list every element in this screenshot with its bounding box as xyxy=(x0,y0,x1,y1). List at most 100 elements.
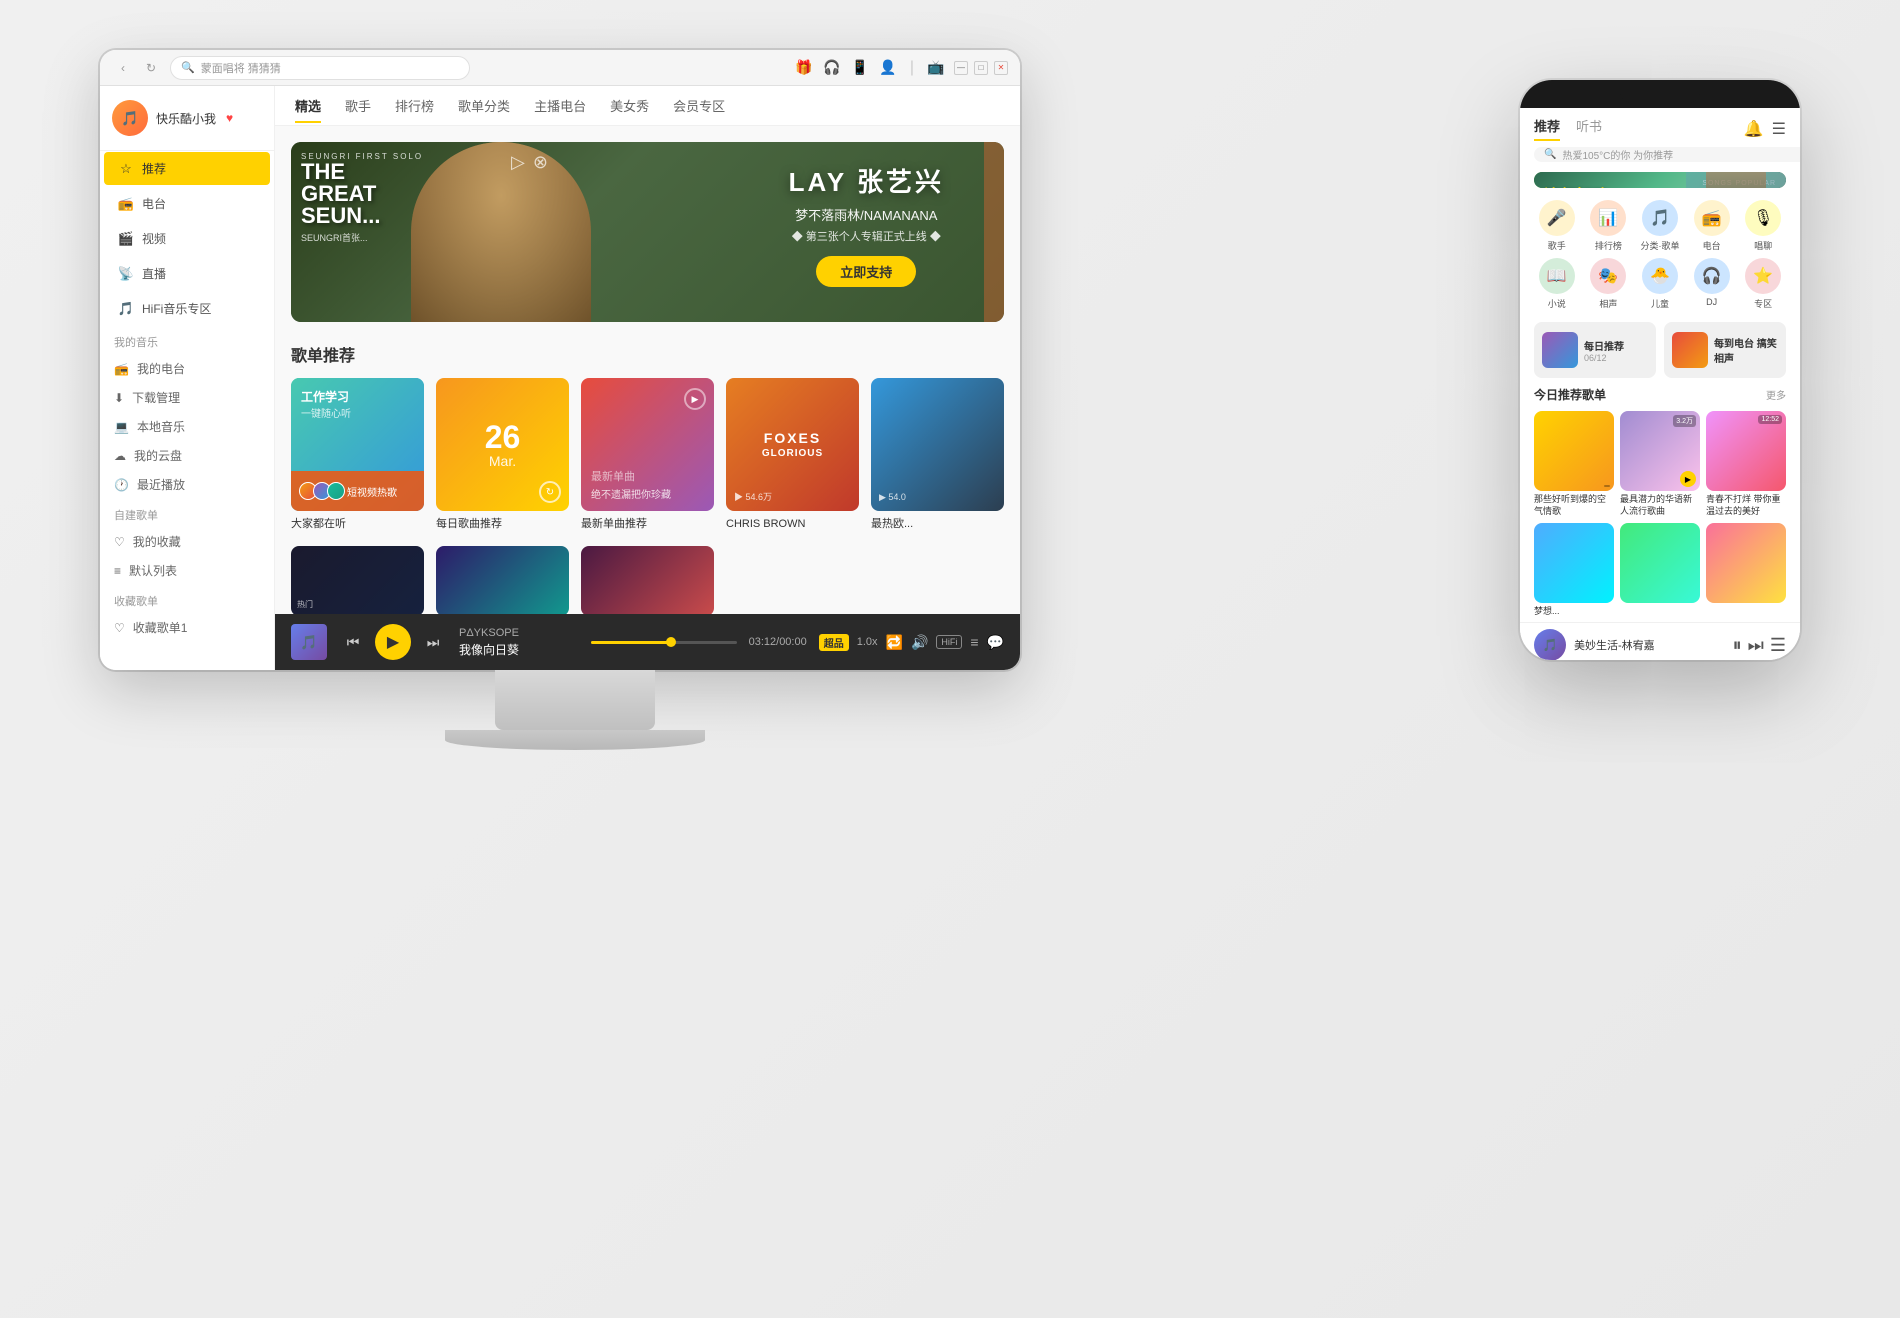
phone-icon-novel[interactable]: 📖 小说 xyxy=(1534,258,1580,310)
daily-card-1[interactable]: 每日推荐 06/12 xyxy=(1534,322,1656,378)
phone-icon-dj[interactable]: 🎧 DJ xyxy=(1689,258,1735,310)
phone-icon-chart[interactable]: 📊 排行榜 xyxy=(1586,200,1632,252)
playlist-card-2[interactable]: 26 Mar. ↻ 每日歌曲推荐 xyxy=(436,378,569,532)
sing-icon-circle: 🎙 xyxy=(1745,200,1781,236)
phone-cover-bg-1 xyxy=(1534,411,1614,491)
phone-playlist-item-6[interactable] xyxy=(1706,523,1786,618)
phone-icon-fm[interactable]: 📻 电台 xyxy=(1689,200,1735,252)
refresh-button[interactable]: ↻ xyxy=(140,57,162,79)
progress-bar[interactable] xyxy=(591,641,737,644)
sidebar-item-recommend[interactable]: ☆ 推荐 xyxy=(104,152,270,185)
mini-pause-icon[interactable]: ⏸ xyxy=(1733,635,1742,656)
back-button[interactable]: ‹ xyxy=(112,57,134,79)
phone-playlist-name-3: 青春不打烊 带你重温过去的美好 xyxy=(1706,494,1786,517)
tv-icon[interactable]: 📺 xyxy=(926,58,946,78)
local-icon: 💻 xyxy=(114,420,129,434)
daily-title-1: 每日推荐 xyxy=(1584,338,1648,353)
next-button[interactable]: ⏭ xyxy=(419,628,447,656)
bottom-bar-label: 短视频热歌 xyxy=(347,484,397,499)
sing-icon-label: 唱聊 xyxy=(1754,239,1772,252)
phone-playlist-item-3[interactable]: 12:52 青春不打烊 带你重温过去的美好 xyxy=(1706,411,1786,517)
cover-bg-2: 26 Mar. ↻ xyxy=(436,378,569,511)
headphone-icon[interactable]: 🎧 xyxy=(822,58,842,78)
playlist-card-5[interactable]: ▶ 54.0 最热欧... xyxy=(871,378,1004,532)
repeat-icon[interactable]: 🔁 xyxy=(886,634,903,651)
sidebar-item-live[interactable]: 📡 直播 xyxy=(104,257,270,290)
phone-play-count-2: 3.2万 xyxy=(1673,415,1696,427)
tab-featured[interactable]: 精选 xyxy=(295,88,321,123)
phone-playlist-item-1[interactable]: 那些好听到爆的空气情歌 xyxy=(1534,411,1614,517)
phone-icon-zone[interactable]: ⭐ 专区 xyxy=(1740,258,1786,310)
phone-play-btn-2: ▶ xyxy=(1680,471,1696,487)
banner[interactable]: SEUNGRI FIRST SOLO THEGREATSEUN... SEUNG… xyxy=(291,142,1004,322)
tab-artists[interactable]: 歌手 xyxy=(345,88,371,123)
heart-icon: ♥ xyxy=(226,111,233,125)
phone-playlist-item-4[interactable]: 梦想... xyxy=(1534,523,1614,618)
scroll-area: SEUNGRI FIRST SOLO THEGREATSEUN... SEUNG… xyxy=(275,126,1020,614)
playlist-queue-icon[interactable]: ≡ xyxy=(970,634,978,650)
phone-icon-singer[interactable]: 🎤 歌手 xyxy=(1534,200,1580,252)
player-progress xyxy=(591,641,737,644)
search-bar[interactable]: 🔍 蒙面唱将 猜猜猜 xyxy=(170,56,470,80)
sidebar-item-recent[interactable]: 🕐 最近播放 xyxy=(100,470,274,499)
playlist-card-3[interactable]: 最新单曲 绝不遗漏把你珍藏 ▶ 最新单曲推荐 xyxy=(581,378,714,532)
phone-banner-title-area: 流行好歌 爆款好歌带你一路狂飙 xyxy=(1544,182,1634,188)
app-window: ‹ ↻ 🔍 蒙面唱将 猜猜猜 🎁 🎧 📱 👤 | 📺 — □ xyxy=(100,50,1020,670)
second-cover-2[interactable] xyxy=(436,546,569,614)
sidebar-item-cloud[interactable]: ☁ 我的云盘 xyxy=(100,441,274,470)
user-icon[interactable]: 👤 xyxy=(878,58,898,78)
phone-header: 推荐 听书 🔔 ☰ xyxy=(1520,108,1800,141)
phone-banner[interactable]: SONGS POPULAR 流行好歌 爆款好歌带你一路狂飙 xyxy=(1534,172,1786,188)
playlist-card-1[interactable]: 工作学习 一键随心听 xyxy=(291,378,424,532)
volume-icon[interactable]: 🔊 xyxy=(911,634,928,651)
banner-seungri-text: SEUNGRI FIRST SOLO THEGREATSEUN... SEUNG… xyxy=(301,152,423,244)
maximize-button[interactable]: □ xyxy=(974,61,988,75)
prev-button[interactable]: ⏮ xyxy=(339,628,367,656)
phone-playlist-cover-4 xyxy=(1534,523,1614,603)
second-cover-3[interactable] xyxy=(581,546,714,614)
tab-beauty-show[interactable]: 美女秀 xyxy=(610,88,649,123)
notch-cutout xyxy=(1620,85,1700,103)
phone-icon[interactable]: 📱 xyxy=(850,58,870,78)
sidebar-item-favorites[interactable]: ♡ 我的收藏 xyxy=(100,527,274,556)
phone-icon-children[interactable]: 🐣 儿童 xyxy=(1637,258,1683,310)
tab-host-radio[interactable]: 主播电台 xyxy=(534,88,586,123)
phone-tab-recommend[interactable]: 推荐 xyxy=(1534,116,1560,141)
tab-playlist-categories[interactable]: 歌单分类 xyxy=(458,88,510,123)
phone-more-button[interactable]: 更多 xyxy=(1766,387,1786,402)
sidebar-item-hifi[interactable]: 🎵 HiFi音乐专区 xyxy=(104,292,270,325)
recent-icon: 🕐 xyxy=(114,478,129,492)
comment-icon[interactable]: 💬 xyxy=(987,634,1004,651)
phone-playlist-item-5[interactable] xyxy=(1620,523,1700,618)
sidebar-item-video[interactable]: 🎬 视频 xyxy=(104,222,270,255)
banner-support-button[interactable]: 立即支持 xyxy=(816,256,916,287)
mini-list-icon[interactable]: ☰ xyxy=(1770,635,1786,656)
playlist-card-4[interactable]: FOXES GLORIOUS ▶ 54.6万 CHRIS BROWN xyxy=(726,378,859,532)
sidebar-item-collected1[interactable]: ♡ 收藏歌单1 xyxy=(100,613,274,642)
phone-icon-sing[interactable]: 🎙 唱聊 xyxy=(1740,200,1786,252)
sidebar-item-radio[interactable]: 📻 电台 xyxy=(104,187,270,220)
minimize-button[interactable]: — xyxy=(954,61,968,75)
gift-icon[interactable]: 🎁 xyxy=(794,58,814,78)
tab-bar: 精选 歌手 排行榜 歌单分类 主播电台 美女秀 会员专区 xyxy=(275,86,1020,126)
play-button[interactable]: ▶ xyxy=(375,624,411,660)
close-button[interactable]: ✕ xyxy=(994,61,1008,75)
daily-card-2[interactable]: 每到电台 搞笑相声 xyxy=(1664,322,1786,378)
second-cover-1[interactable]: 热门 xyxy=(291,546,424,614)
sidebar-item-local[interactable]: 💻 本地音乐 xyxy=(100,412,274,441)
mini-next-icon[interactable]: ⏭ xyxy=(1748,635,1764,656)
sidebar-item-my-radio[interactable]: 📻 我的电台 xyxy=(100,354,274,383)
phone-icon-comedy[interactable]: 🎭 相声 xyxy=(1586,258,1632,310)
phone-search-bar[interactable]: 🔍 热爱105°C的你 为你推荐 xyxy=(1534,147,1800,162)
phone-menu-icon[interactable]: ☰ xyxy=(1772,119,1786,139)
sidebar-item-download[interactable]: ⬇ 下载管理 xyxy=(100,383,274,412)
tab-vip[interactable]: 会员专区 xyxy=(673,88,725,123)
phone-bell-icon[interactable]: 🔔 xyxy=(1744,119,1764,139)
phone-tab-audiobook[interactable]: 听书 xyxy=(1576,116,1602,141)
daily-title-2: 每到电台 搞笑相声 xyxy=(1714,335,1778,365)
phone-icon-playlist-cat[interactable]: 🎵 分类·歌单 xyxy=(1637,200,1683,252)
foxes-label: FOXES xyxy=(764,430,821,446)
tab-charts[interactable]: 排行榜 xyxy=(395,88,434,123)
phone-playlist-item-2[interactable]: 3.2万 ▶ 最具潜力的华语新人流行歌曲 xyxy=(1620,411,1700,517)
sidebar-item-default-list[interactable]: ≡ 默认列表 xyxy=(100,556,274,585)
